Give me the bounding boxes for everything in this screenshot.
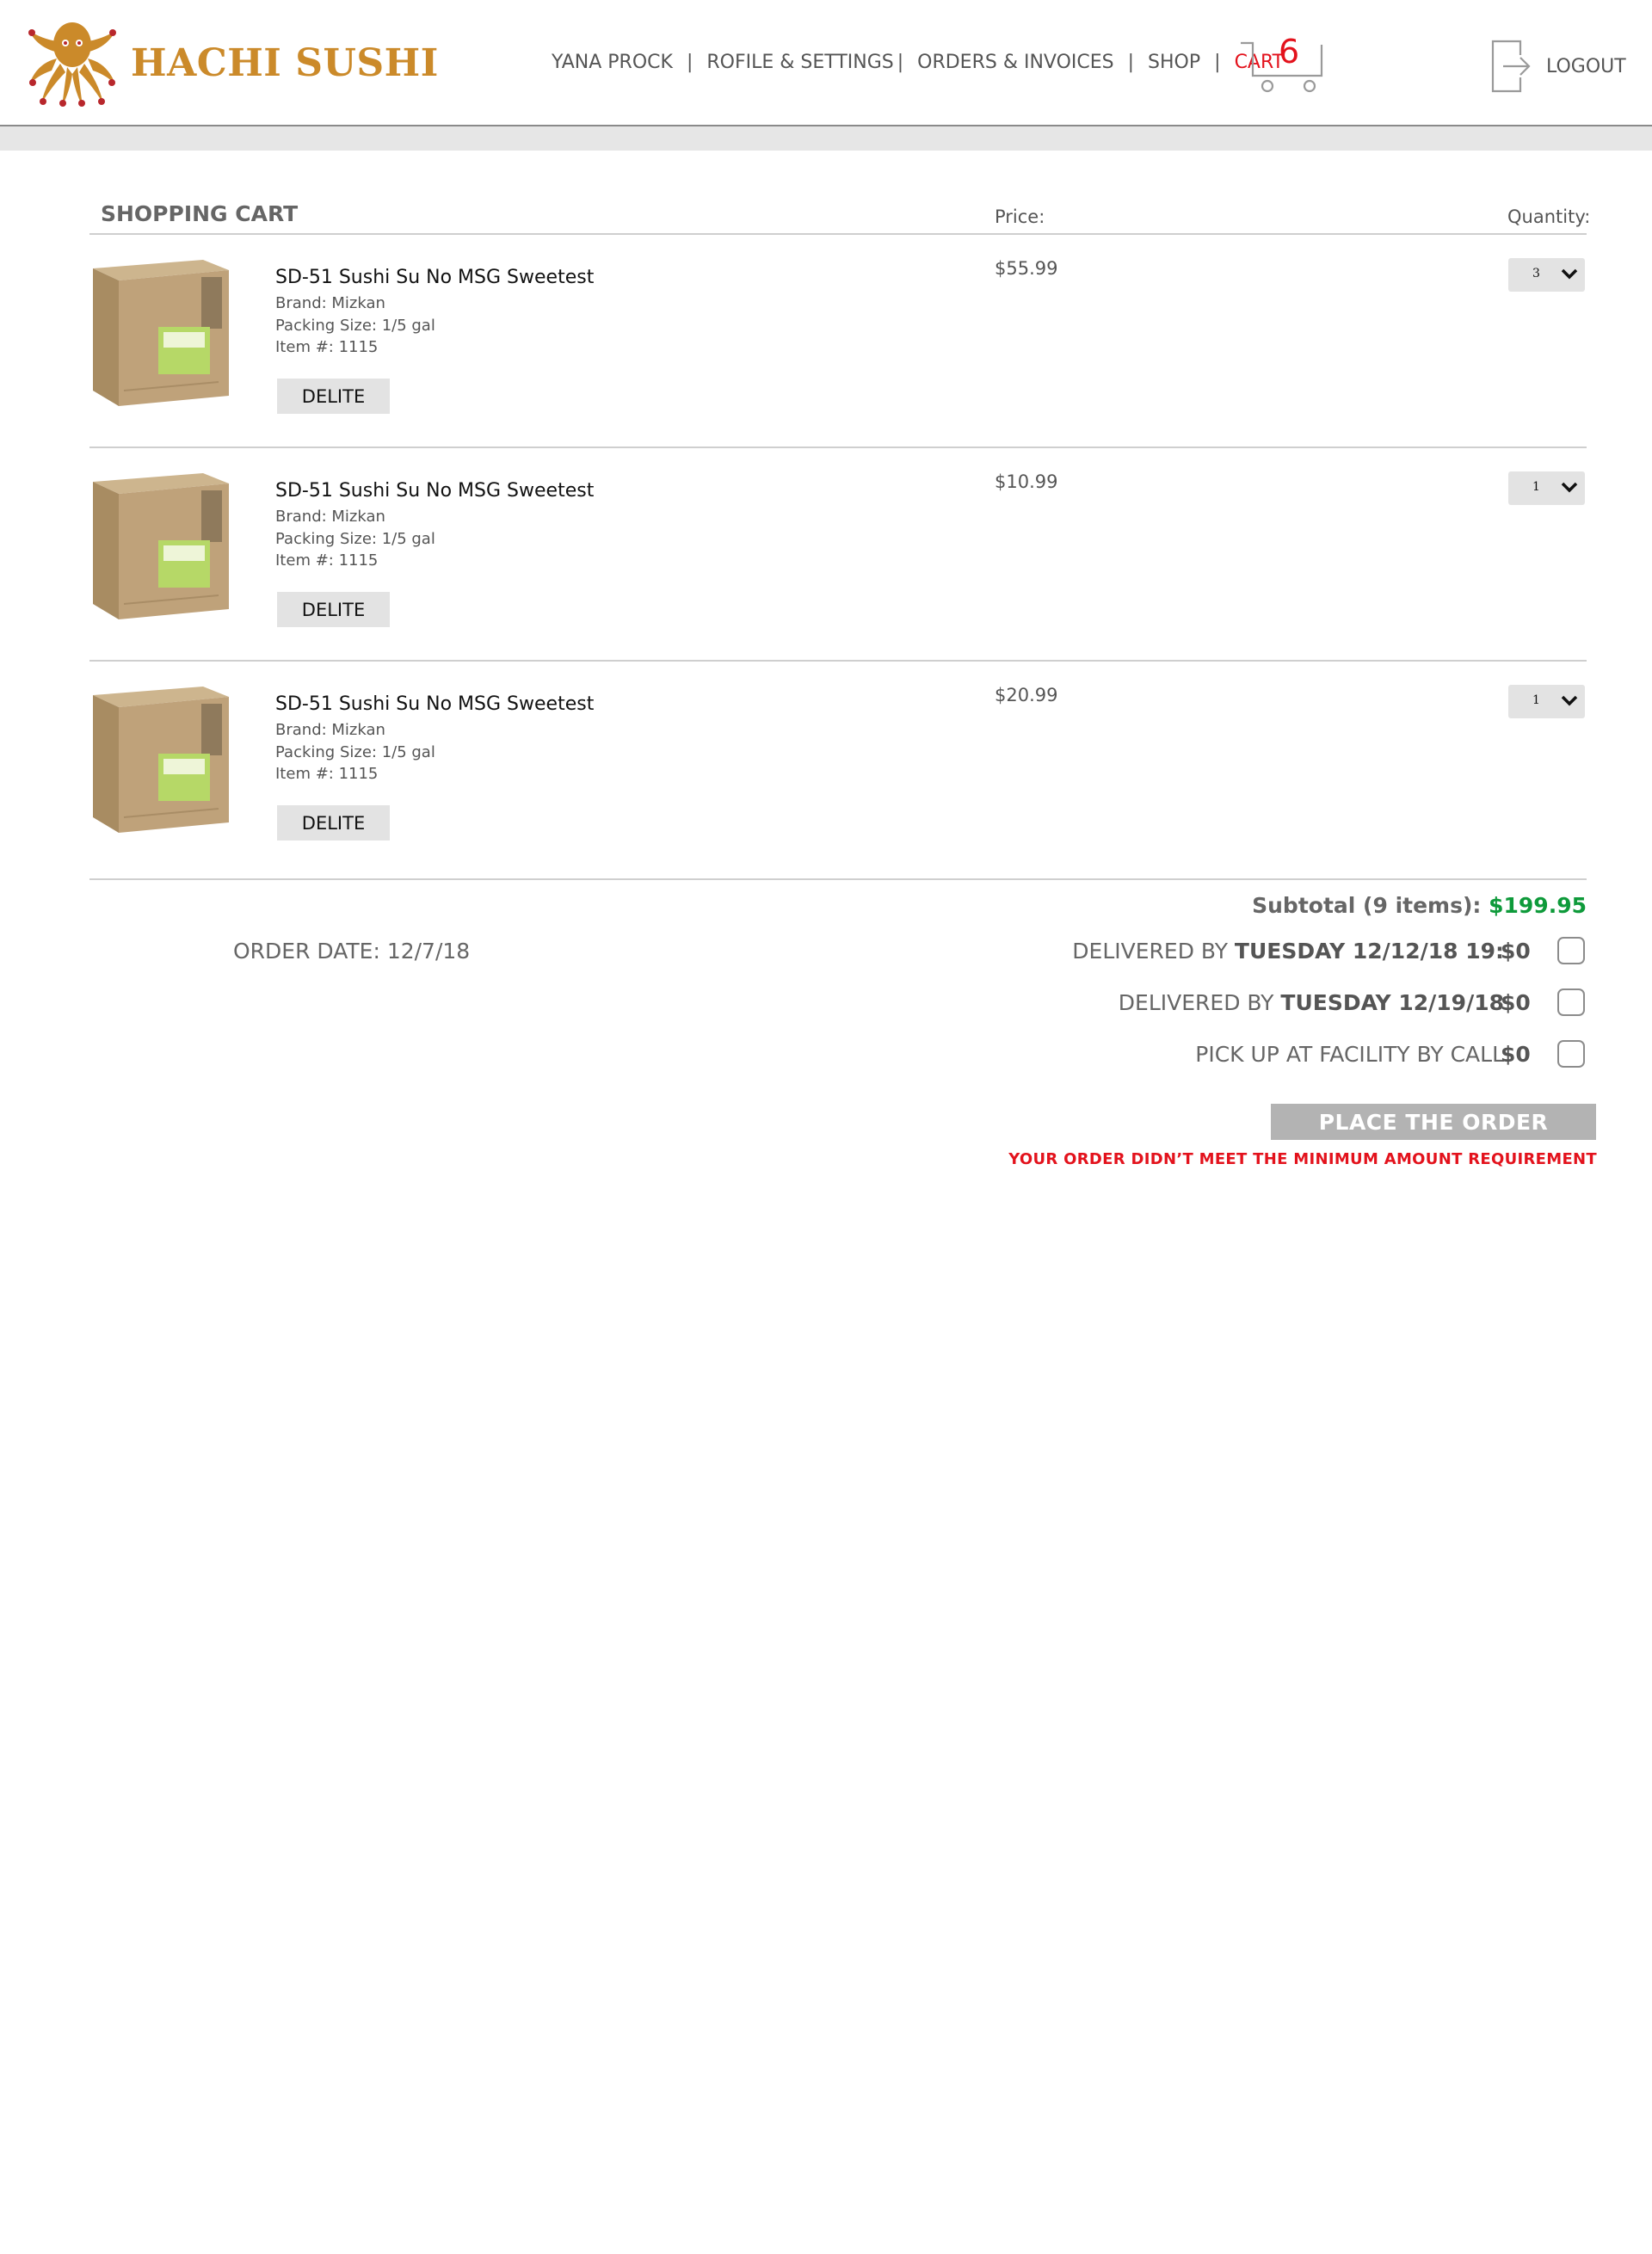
- chevron-down-icon: [1561, 482, 1578, 493]
- product-brand: Brand: Mizkan: [275, 294, 385, 312]
- nav-shop[interactable]: SHOP: [1148, 52, 1200, 73]
- octopus-logo-icon: [28, 22, 116, 107]
- page-title: SHOPPING CART: [101, 201, 299, 226]
- cart-item: SD-51 Sushi Su No MSG Sweetest Brand: Mi…: [89, 447, 1587, 661]
- product-box-image: [93, 260, 229, 406]
- brand-name: HACHI SUSHI: [131, 40, 439, 85]
- product-price: $20.99: [995, 685, 1058, 705]
- subtotal-label: Subtotal (9 items):: [1252, 893, 1482, 918]
- logout-label: LOGOUT: [1546, 55, 1626, 77]
- product-item-number: Item #: 1115: [275, 765, 379, 783]
- product-box-image: [93, 473, 229, 619]
- cart-item: SD-51 Sushi Su No MSG Sweetest Brand: Mi…: [89, 661, 1587, 874]
- place-order-button[interactable]: PLACE THE ORDER: [1271, 1104, 1596, 1140]
- delivery-option-prefix: DELIVERED BY: [1118, 990, 1281, 1015]
- main-nav: YANA PROCK | ROFILE & SETTINGS | ORDERS …: [552, 52, 1284, 73]
- delivery-option-checkbox[interactable]: [1557, 988, 1585, 1016]
- delete-button[interactable]: DELITE: [277, 805, 390, 841]
- delivery-option-date: TUESDAY 12/19/18: [1280, 990, 1504, 1015]
- pickup-option-checkbox[interactable]: [1557, 1040, 1585, 1068]
- quantity-value: 1: [1532, 480, 1540, 494]
- delivery-option-prefix: DELIVERED BY: [1072, 939, 1235, 964]
- quantity-value: 1: [1532, 693, 1540, 707]
- delivery-option-label: DELIVERED BY TUESDAY 12/12/18 19:: [1072, 939, 1504, 964]
- product-brand: Brand: Mizkan: [275, 721, 385, 739]
- delivery-option-label: DELIVERED BY TUESDAY 12/19/18: [1119, 990, 1504, 1015]
- product-box-image: [93, 687, 229, 833]
- price-column-header: Price:: [995, 206, 1045, 227]
- nav-separator: |: [686, 52, 693, 73]
- product-price: $10.99: [995, 471, 1058, 492]
- product-packing-size: Packing Size: 1/5 gal: [275, 317, 435, 335]
- cart-item: SD-51 Sushi Su No MSG Sweetest Brand: Mi…: [89, 234, 1587, 447]
- nav-user[interactable]: YANA PROCK: [552, 52, 673, 73]
- product-packing-size: Packing Size: 1/5 gal: [275, 530, 435, 548]
- product-brand: Brand: Mizkan: [275, 508, 385, 526]
- nav-profile-settings[interactable]: ROFILE & SETTINGS: [706, 52, 893, 73]
- chevron-down-icon: [1561, 695, 1578, 706]
- top-header: HACHI SUSHI YANA PROCK | ROFILE & SETTIN…: [0, 0, 1652, 126]
- nav-separator: |: [897, 52, 904, 73]
- product-name[interactable]: SD-51 Sushi Su No MSG Sweetest: [275, 267, 594, 288]
- quantity-select[interactable]: 1: [1508, 685, 1585, 718]
- divider: [89, 878, 1587, 880]
- logout-button[interactable]: LOGOUT: [1491, 40, 1626, 93]
- product-item-number: Item #: 1115: [275, 338, 379, 356]
- product-item-number: Item #: 1115: [275, 551, 379, 570]
- subtotal-amount: $199.95: [1489, 893, 1587, 918]
- delivery-option-date: TUESDAY 12/12/18 19:: [1234, 939, 1504, 964]
- quantity-value: 3: [1532, 267, 1540, 280]
- brand-logo[interactable]: HACHI SUSHI: [26, 17, 439, 108]
- product-name[interactable]: SD-51 Sushi Su No MSG Sweetest: [275, 693, 594, 715]
- cart-count-badge: 6: [1279, 33, 1300, 71]
- cart-button[interactable]: 6: [1239, 33, 1325, 95]
- minimum-amount-warning: YOUR ORDER DIDN’T MEET THE MINIMUM AMOUN…: [1008, 1150, 1597, 1168]
- order-date: ORDER DATE: 12/7/18: [233, 939, 471, 964]
- pickup-option-text: PICK UP AT FACILITY BY CALL: [1195, 1042, 1504, 1067]
- quantity-column-header: Quantity:: [1507, 206, 1591, 227]
- delivery-fee: $0: [1501, 939, 1531, 964]
- pickup-fee: $0: [1501, 1042, 1531, 1067]
- delete-button[interactable]: DELITE: [277, 592, 390, 627]
- product-name[interactable]: SD-51 Sushi Su No MSG Sweetest: [275, 480, 594, 502]
- product-price: $55.99: [995, 258, 1058, 279]
- nav-separator: |: [1127, 52, 1135, 73]
- quantity-select[interactable]: 1: [1508, 471, 1585, 505]
- logout-icon: [1491, 40, 1531, 93]
- nav-separator: |: [1214, 52, 1221, 73]
- header-band: [0, 126, 1652, 151]
- pickup-option-label: PICK UP AT FACILITY BY CALL: [1195, 1042, 1504, 1067]
- delivery-fee: $0: [1501, 990, 1531, 1015]
- subtotal: Subtotal (9 items): $199.95: [1252, 893, 1587, 918]
- chevron-down-icon: [1561, 268, 1578, 280]
- product-packing-size: Packing Size: 1/5 gal: [275, 743, 435, 761]
- delete-button[interactable]: DELITE: [277, 379, 390, 414]
- delivery-option-checkbox[interactable]: [1557, 937, 1585, 964]
- quantity-select[interactable]: 3: [1508, 258, 1585, 292]
- nav-orders-invoices[interactable]: ORDERS & INVOICES: [917, 52, 1113, 73]
